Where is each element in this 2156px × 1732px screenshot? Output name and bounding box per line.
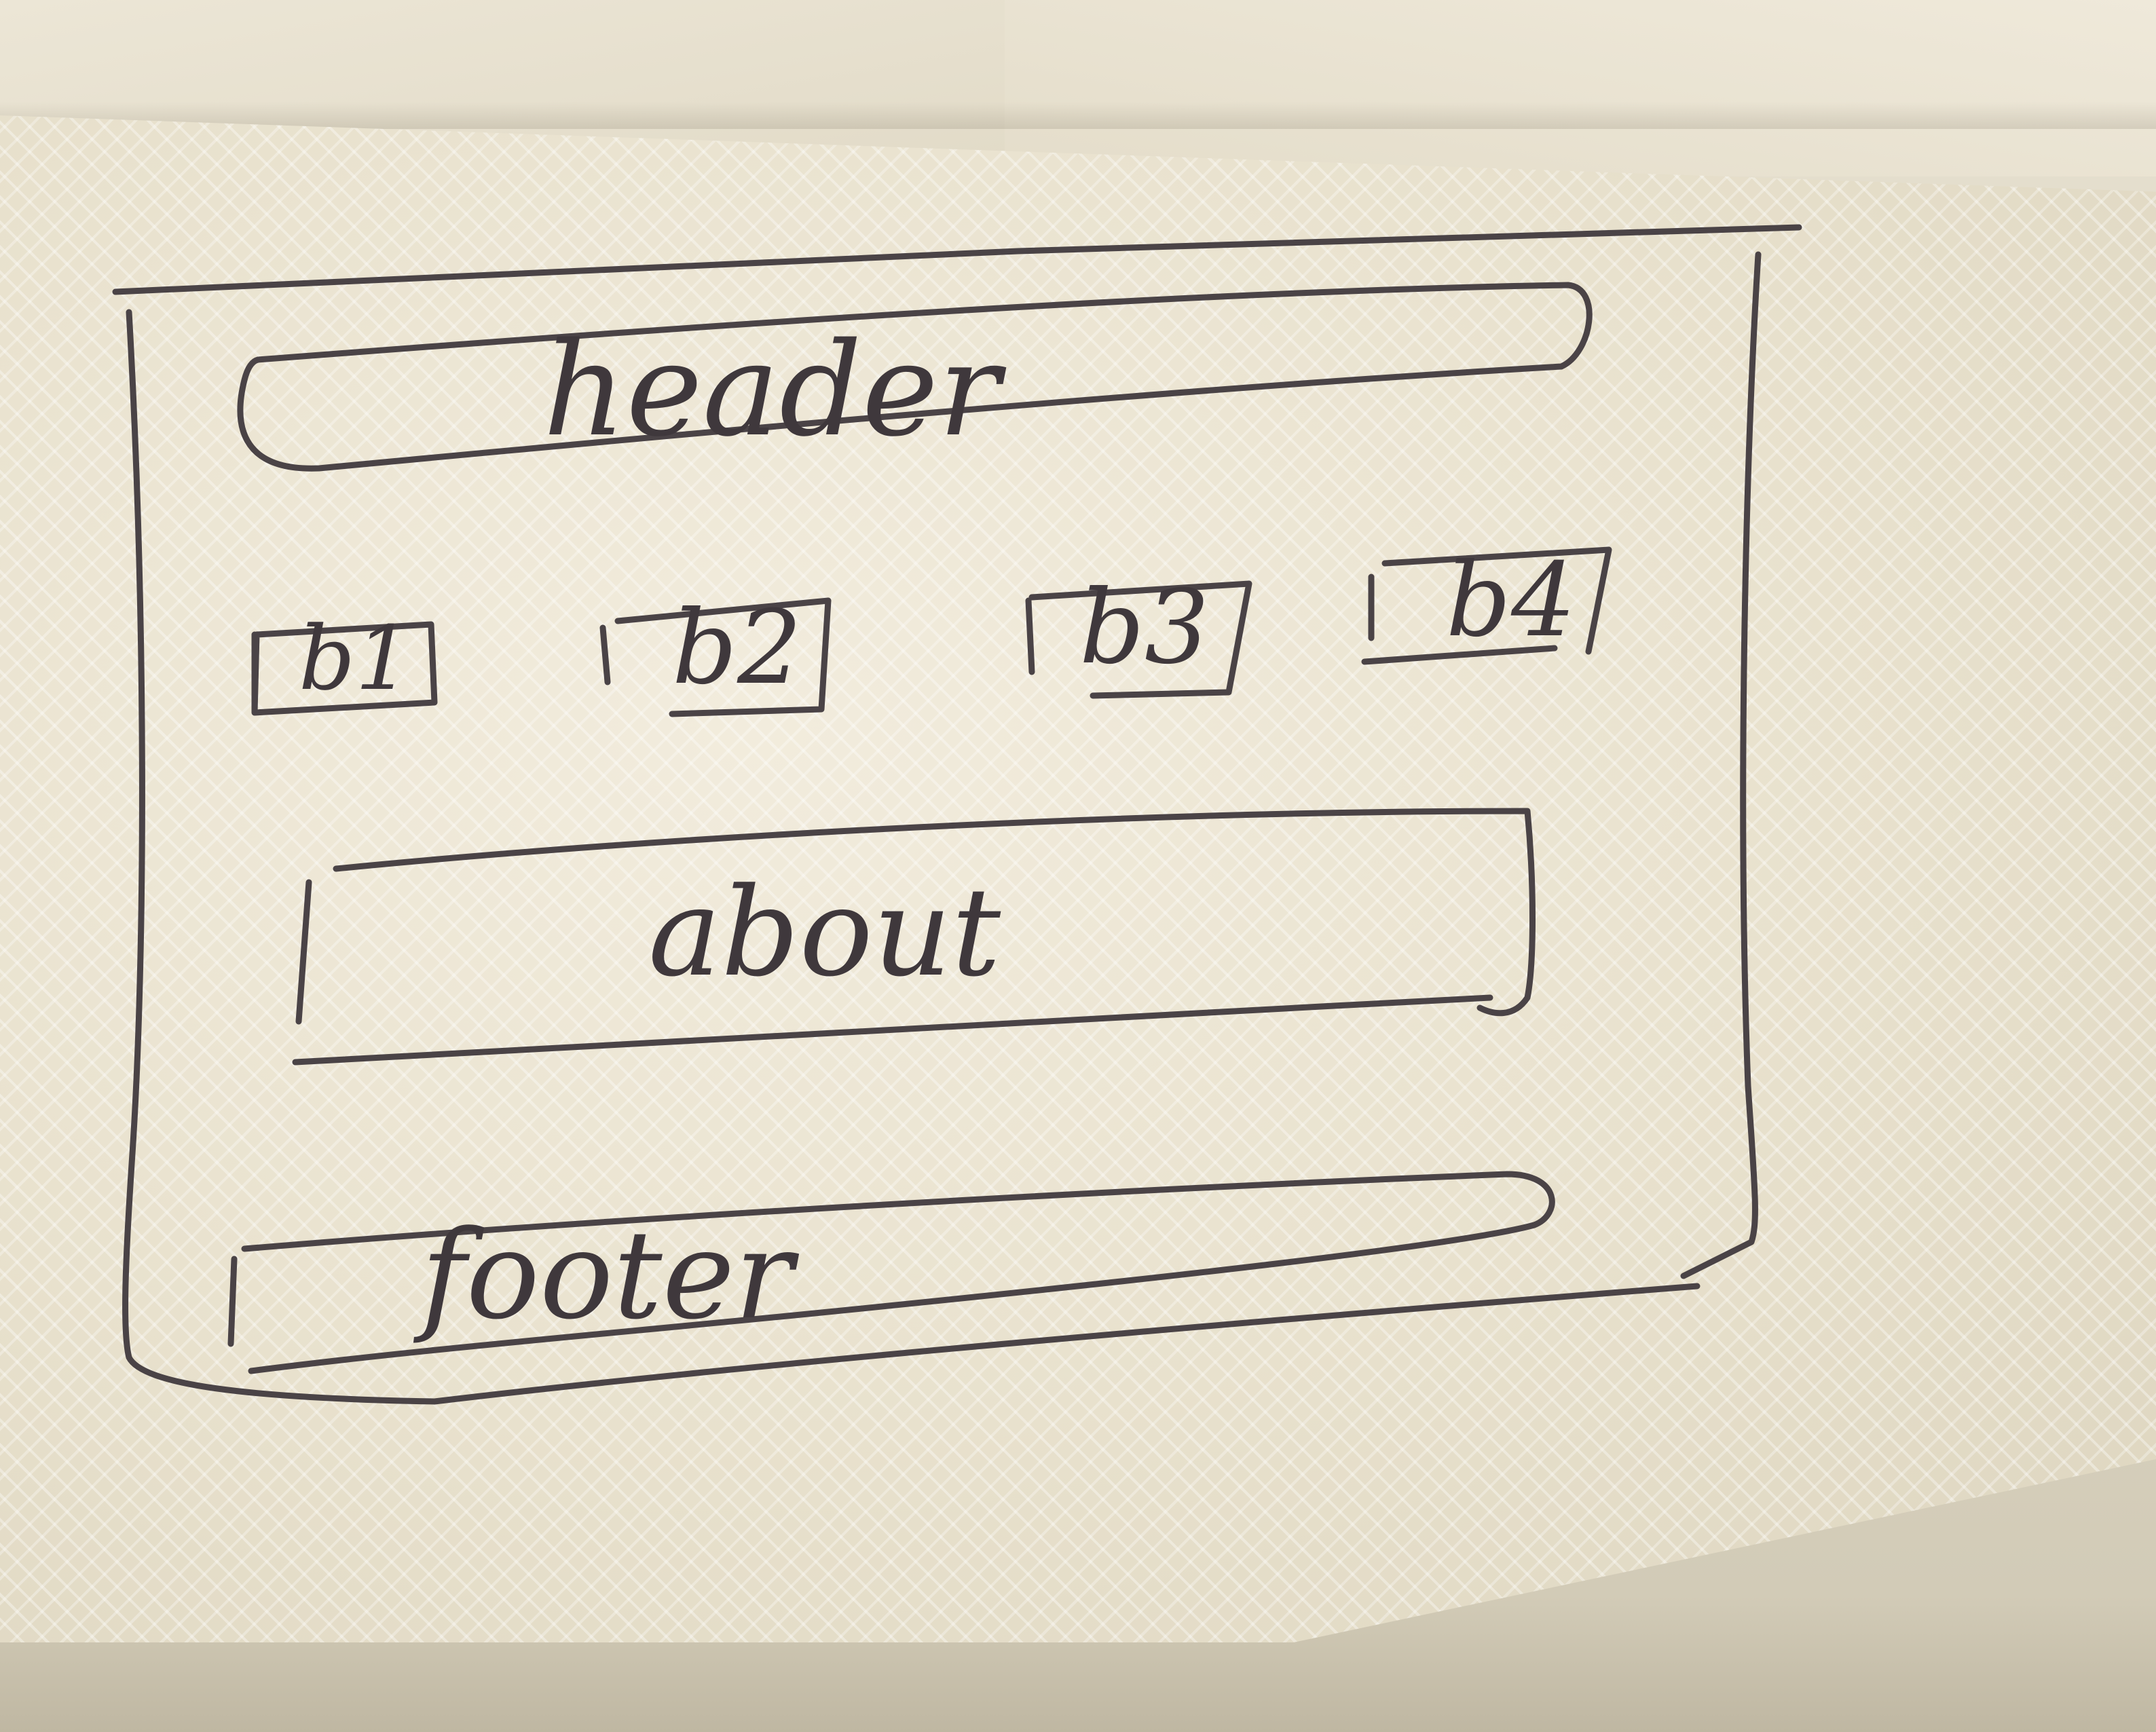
button-label-b2: b2 [672,589,802,707]
wireframe-sketch [112,224,1802,1405]
photo-scene: header b1 b2 b3 b4 about footer [0,0,2156,1732]
about-label: about [648,862,1001,1004]
button-label-b3: b3 [1079,569,1210,687]
header-label: header [543,315,1000,465]
button-label-b1: b1 [299,607,411,710]
button-label-b4: b4 [1446,542,1576,660]
footer-label: footer [421,1205,794,1347]
